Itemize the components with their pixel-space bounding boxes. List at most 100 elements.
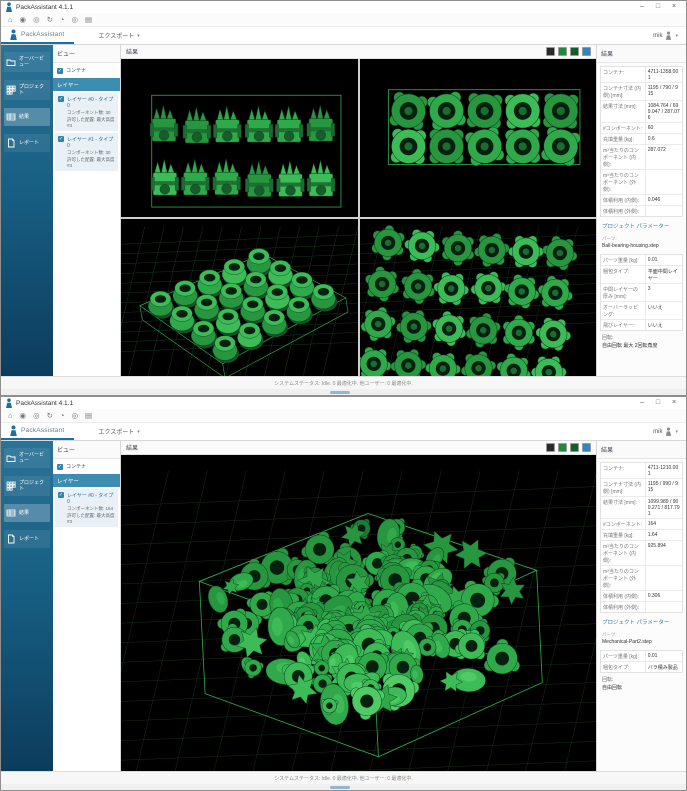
part-row: 中間レイヤーの厚み [mm]: 3 (601, 284, 682, 302)
maximize-button[interactable]: □ (650, 397, 666, 409)
result-value: 164 (645, 519, 682, 529)
layers-header: レイヤー (53, 78, 120, 91)
person-icon (9, 29, 18, 40)
result-row: #コンポーネント: 164 (601, 519, 682, 530)
viewport-header: 結果 (121, 441, 596, 455)
sidebar-item-report[interactable]: レポート (4, 530, 50, 548)
view-panel-title: ビュー (53, 441, 120, 459)
result-label: m³当たりのコンポーネント (内側): (601, 145, 645, 169)
refresh-icon[interactable]: ↻ (47, 13, 53, 26)
result-label: 充填重量 [kg]: (601, 134, 645, 144)
result-row: 結果寸法 [mm]: 1084.764 / 699.047 / 287.076 (601, 101, 682, 123)
app-window-layered-result: PackAssistant 4.1.1 – □ × ⌂ ◉ ◎ ↻ ◔ ◎ ▤ PackAs… (0, 0, 687, 396)
container-visibility-row[interactable]: ✓ コンテナ (53, 63, 120, 78)
sidebar-item-overview[interactable]: オーバービュー (4, 52, 50, 72)
toggle-solid-view[interactable] (558, 443, 567, 452)
checkbox-checked-icon[interactable]: ✓ (57, 464, 63, 470)
user-name: mik (653, 429, 662, 435)
result-row: m³当たりのコンポーネント (内側): 925.894 (601, 541, 682, 566)
stop-icon[interactable]: ◔ (60, 409, 65, 422)
layer-item[interactable]: ✓ レイヤー #1 - タイプ 0 コンポーネント数: 30 許可した配置: 最… (55, 133, 118, 171)
view-panel: ビュー ✓ コンテナ レイヤー ✓ レイヤー #0 - タイプ 0 コンポーネン… (53, 441, 121, 771)
sidebar-item-overview[interactable]: オーバービュー (4, 448, 50, 468)
layer-components: コンポーネント数: 30 (67, 150, 115, 156)
checkbox-checked-icon[interactable]: ✓ (58, 492, 64, 498)
home-icon[interactable]: ⌂ (8, 409, 13, 422)
container-visibility-row[interactable]: ✓ コンテナ (53, 459, 120, 474)
user-menu-button[interactable]: mik ▾ (653, 423, 678, 440)
3d-scene-plan-view[interactable] (360, 219, 597, 377)
sidebar-item-project[interactable]: プロジェクト (4, 80, 50, 100)
user-menu-button[interactable]: mik ▾ (653, 27, 678, 44)
checkbox-checked-icon[interactable]: ✓ (58, 136, 64, 142)
part-row: オーバーラッピング: いいえ (601, 302, 682, 320)
horizontal-scrollbar[interactable] (1, 784, 686, 790)
toggle-wireframe-view[interactable] (546, 47, 555, 56)
results-table: コンテナ: 4711-1358.001 コンテナ寸法 (内側) [mm]: 11… (600, 66, 683, 217)
refresh-icon[interactable]: ↻ (47, 409, 53, 422)
snapshot-icon[interactable]: ◎ (71, 409, 78, 422)
sidebar-item-project[interactable]: プロジェクト (4, 476, 50, 496)
toggle-transparent-view[interactable] (582, 443, 591, 452)
close-button[interactable]: × (666, 397, 682, 409)
export-menu-button[interactable]: エクスポート ▾ (90, 27, 147, 44)
scrollbar-thumb[interactable] (330, 786, 350, 789)
3d-scene-top-view[interactable] (360, 59, 597, 217)
part-label: パーツ重量 [kg]: (601, 651, 645, 661)
person-icon (9, 425, 18, 436)
sidebar-item-results[interactable]: 結果 (4, 504, 50, 522)
result-label: 充填重量 [kg]: (601, 530, 645, 540)
brand-logo[interactable]: PackAssistant (1, 423, 74, 440)
horizontal-scrollbar[interactable] (1, 389, 686, 395)
sidebar-item-report[interactable]: レポート (4, 134, 50, 152)
result-row: m³当たりのコンポーネント (外側): (601, 566, 682, 591)
brand-label: PackAssistant (21, 31, 64, 38)
brand-logo[interactable]: PackAssistant (1, 27, 74, 44)
user-icon (665, 427, 672, 436)
checkbox-checked-icon[interactable]: ✓ (58, 96, 64, 102)
3d-scene-bulk-heap[interactable] (121, 455, 596, 771)
start-optimization-icon[interactable]: ◉ (20, 409, 27, 422)
export-label: エクスポート (98, 427, 134, 436)
layer-item[interactable]: ✓ レイヤー #0 - タイプ 0 コンポーネント数: 30 許可した配置: 最… (55, 93, 118, 131)
minimize-button[interactable]: – (634, 397, 650, 409)
part-section-header: パーツ: (597, 629, 686, 638)
titlebar: PackAssistant 4.1.1 – □ × (1, 1, 686, 13)
pause-icon[interactable]: ◎ (33, 409, 40, 422)
close-button[interactable]: × (666, 1, 682, 13)
part-table: パーツ重量 [kg]: 0.01 梱包タイプ: 平面中間レイヤー 中間レイヤーの… (600, 254, 683, 331)
toggle-transparent-view[interactable] (582, 47, 591, 56)
project-parameters-link[interactable]: プロジェクト パラメーター (597, 613, 686, 629)
export-menu-button[interactable]: エクスポート ▾ (90, 423, 147, 440)
home-icon[interactable]: ⌂ (8, 13, 13, 26)
scrollbar-thumb[interactable] (330, 391, 350, 394)
report-icon[interactable]: ▤ (85, 13, 92, 26)
part-label: 梱包タイプ: (601, 266, 645, 283)
app-window-bulk-result: PackAssistant 4.1.1 – □ × ⌂◉◎↻◔◎▤ PackAs… (0, 396, 687, 791)
result-value: 1.64 (645, 530, 682, 540)
snapshot-icon[interactable]: ◎ (71, 13, 78, 26)
toggle-solid-view[interactable] (558, 47, 567, 56)
3d-scene-perspective-view[interactable] (121, 219, 358, 377)
start-optimization-icon[interactable]: ◉ (20, 13, 27, 26)
stop-icon[interactable]: ◔ (60, 13, 65, 26)
toggle-shaded-view[interactable] (570, 47, 579, 56)
layer-item[interactable]: ✓ レイヤー #0 - タイプ 0 コンポーネント数: 164 許可した配置: … (55, 489, 118, 527)
minimize-button[interactable]: – (634, 1, 650, 13)
3d-scene-front-view[interactable] (121, 59, 358, 217)
pause-icon[interactable]: ◎ (33, 13, 40, 26)
result-value (645, 170, 682, 194)
sidebar-item-results[interactable]: 結果 (4, 108, 50, 126)
part-label: オーバーラッピング: (601, 302, 645, 319)
report-icon[interactable]: ▤ (85, 409, 92, 422)
container-label: コンテナ (66, 463, 86, 470)
sidebar-item-label: 結果 (19, 114, 29, 120)
result-row: 充填重量 [kg]: 0.6 (601, 134, 682, 145)
project-parameters-link[interactable]: プロジェクト パラメーター (597, 217, 686, 233)
results-table-icon (6, 112, 16, 122)
maximize-button[interactable]: □ (650, 1, 666, 13)
toggle-wireframe-view[interactable] (546, 443, 555, 452)
checkbox-checked-icon[interactable]: ✓ (57, 68, 63, 74)
toggle-shaded-view[interactable] (570, 443, 579, 452)
rotation-value: 自由回転 (597, 683, 686, 691)
